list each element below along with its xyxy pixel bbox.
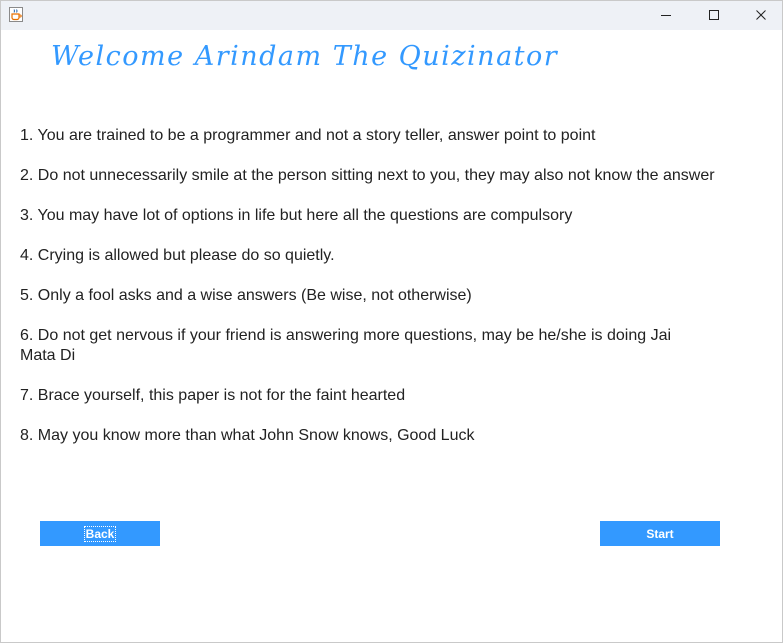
back-button[interactable]: Back [40,521,160,546]
java-cup-icon [9,7,23,22]
rule-item: 6. Do not get nervous if your friend is … [20,327,672,364]
rule-item: 1. You are trained to be a programmer an… [20,127,596,144]
back-button-label: Back [83,525,117,542]
title-bar[interactable] [1,1,782,30]
rule-item: 4. Crying is allowed but please do so qu… [20,247,335,264]
minimize-button[interactable] [643,1,689,30]
close-icon [755,6,767,25]
close-button[interactable] [738,1,783,30]
quiz-rules-window: Welcome Arindam The Quizinator 1. You ar… [0,0,783,643]
minimize-icon [660,6,672,25]
start-button-label: Start [646,526,674,541]
rule-item: 7. Brace yourself, this paper is not for… [20,387,406,404]
rule-item: 5. Only a fool asks and a wise answers (… [20,287,472,304]
rule-item: 2. Do not unnecessarily smile at the per… [20,167,715,184]
welcome-heading: Welcome Arindam The Quizinator [51,41,559,72]
maximize-icon [708,6,720,25]
maximize-button[interactable] [691,1,737,30]
rule-item: 3. You may have lot of options in life b… [20,207,573,224]
start-button[interactable]: Start [600,521,720,546]
rule-item: 8. May you know more than what John Snow… [20,427,475,444]
